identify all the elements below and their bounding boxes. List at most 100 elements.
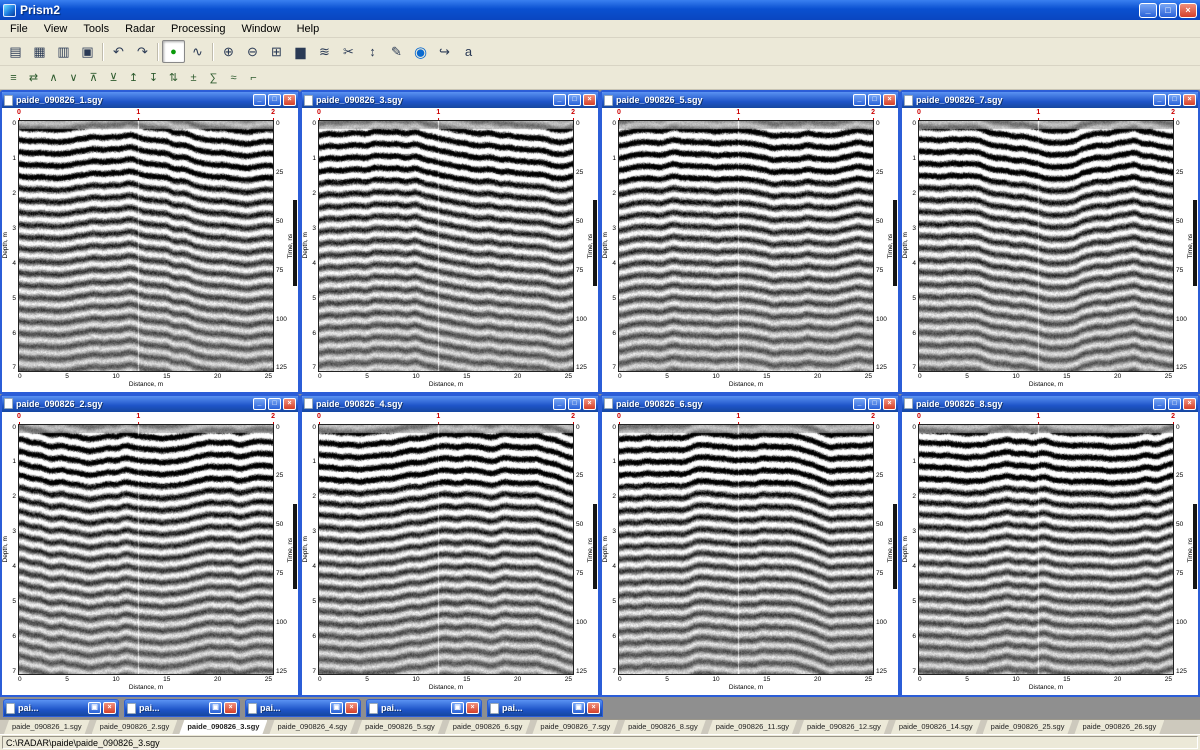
pencil-icon[interactable]: ✎: [385, 40, 408, 63]
close-button[interactable]: ×: [1183, 398, 1196, 410]
minimized-window[interactable]: pai...▣×: [3, 699, 119, 717]
wavelet-icon[interactable]: ∿: [186, 40, 209, 63]
menu-item-help[interactable]: Help: [289, 22, 328, 36]
point-tool-icon[interactable]: ●: [162, 40, 185, 63]
minimize-button[interactable]: _: [1153, 94, 1166, 106]
maximize-button[interactable]: □: [268, 94, 281, 106]
radargram-canvas[interactable]: [18, 424, 274, 676]
file-tab[interactable]: paide_090826_1.sgy: [4, 720, 90, 734]
wiggle-trace-icon[interactable]: ≋: [313, 40, 336, 63]
export-icon[interactable]: ↪: [433, 40, 456, 63]
mdi-titlebar[interactable]: paide_090826_3.sgy_□×: [302, 92, 598, 108]
menu-item-tools[interactable]: Tools: [75, 22, 117, 36]
minimized-window[interactable]: pai...▣×: [245, 699, 361, 717]
maximize-button[interactable]: □: [868, 94, 881, 106]
close-button[interactable]: ×: [224, 702, 237, 714]
radargram-canvas[interactable]: [318, 120, 574, 372]
menu-item-window[interactable]: Window: [233, 22, 288, 36]
restore-button[interactable]: ▣: [451, 702, 464, 714]
close-button[interactable]: ×: [583, 398, 596, 410]
peak-down-icon[interactable]: ∨: [64, 68, 83, 87]
file-tab[interactable]: paide_090826_7.sgy: [532, 720, 618, 734]
radargram-canvas[interactable]: [618, 424, 874, 676]
file-tab[interactable]: paide_090826_14.sgy: [891, 720, 981, 734]
smooth-icon[interactable]: ≈: [224, 68, 243, 87]
minimize-button[interactable]: _: [1139, 3, 1157, 18]
minimize-button[interactable]: _: [853, 398, 866, 410]
zoom-in-icon[interactable]: ⊕: [217, 40, 240, 63]
print-icon[interactable]: ▥: [52, 40, 75, 63]
mdi-titlebar[interactable]: paide_090826_5.sgy_□×: [602, 92, 898, 108]
file-tab[interactable]: paide_090826_2.sgy: [92, 720, 178, 734]
close-button[interactable]: ×: [283, 398, 296, 410]
menu-item-view[interactable]: View: [36, 22, 76, 36]
titlebar[interactable]: Prism2 _ □ ×: [0, 0, 1200, 20]
clip-top-icon[interactable]: ⊼: [84, 68, 103, 87]
dewow-icon[interactable]: ≡: [4, 68, 23, 87]
undo-icon[interactable]: ↶: [107, 40, 130, 63]
cut-icon[interactable]: ✂: [337, 40, 360, 63]
close-button[interactable]: ×: [583, 94, 596, 106]
mdi-titlebar[interactable]: paide_090826_6.sgy_□×: [602, 396, 898, 412]
trace-flip-icon[interactable]: ⇄: [24, 68, 43, 87]
close-button[interactable]: ×: [587, 702, 600, 714]
file-tab[interactable]: paide_090826_5.sgy: [357, 720, 443, 734]
minimize-button[interactable]: _: [853, 94, 866, 106]
maximize-button[interactable]: □: [568, 398, 581, 410]
close-button[interactable]: ×: [883, 94, 896, 106]
restore-button[interactable]: ▣: [572, 702, 585, 714]
radargram-canvas[interactable]: [318, 424, 574, 676]
file-tab[interactable]: paide_090826_25.sgy: [983, 720, 1073, 734]
minimize-button[interactable]: _: [553, 94, 566, 106]
peak-up-icon[interactable]: ∧: [44, 68, 63, 87]
file-tab[interactable]: paide_090826_12.sgy: [799, 720, 889, 734]
globe-icon[interactable]: ◉: [409, 40, 432, 63]
file-tab[interactable]: paide_090826_6.sgy: [445, 720, 531, 734]
open-icon[interactable]: ▤: [4, 40, 27, 63]
maximize-button[interactable]: □: [868, 398, 881, 410]
file-tab[interactable]: paide_090826_11.sgy: [708, 720, 797, 734]
save-icon[interactable]: ▦: [28, 40, 51, 63]
maximize-button[interactable]: □: [1159, 3, 1177, 18]
minimize-button[interactable]: _: [1153, 398, 1166, 410]
restore-button[interactable]: ▣: [330, 702, 343, 714]
minimized-window[interactable]: pai...▣×: [124, 699, 240, 717]
tile-windows-icon[interactable]: ⊞: [265, 40, 288, 63]
minimize-button[interactable]: _: [253, 94, 266, 106]
background-removal-icon[interactable]: ⌐: [244, 68, 263, 87]
vertical-stretch-icon[interactable]: ↕: [361, 40, 384, 63]
close-button[interactable]: ×: [345, 702, 358, 714]
menu-item-radar[interactable]: Radar: [117, 22, 163, 36]
radargram-canvas[interactable]: [618, 120, 874, 372]
radargram-canvas[interactable]: [918, 120, 1174, 372]
histogram-icon[interactable]: ▆: [289, 40, 312, 63]
minimized-window[interactable]: pai...▣×: [487, 699, 603, 717]
mdi-titlebar[interactable]: paide_090826_8.sgy_□×: [902, 396, 1198, 412]
menu-item-file[interactable]: File: [2, 22, 36, 36]
redo-icon[interactable]: ↷: [131, 40, 154, 63]
menu-item-processing[interactable]: Processing: [163, 22, 233, 36]
minimized-window[interactable]: pai...▣×: [366, 699, 482, 717]
swap-traces-icon[interactable]: ⇅: [164, 68, 183, 87]
maximize-button[interactable]: □: [1168, 398, 1181, 410]
stack-icon[interactable]: ∑: [204, 68, 223, 87]
close-button[interactable]: ×: [1183, 94, 1196, 106]
minimize-button[interactable]: _: [253, 398, 266, 410]
restore-button[interactable]: ▣: [88, 702, 101, 714]
maximize-button[interactable]: □: [1168, 94, 1181, 106]
save-all-icon[interactable]: ▣: [76, 40, 99, 63]
font-icon[interactable]: a: [457, 40, 480, 63]
minimize-button[interactable]: _: [553, 398, 566, 410]
close-button[interactable]: ×: [883, 398, 896, 410]
close-button[interactable]: ×: [466, 702, 479, 714]
mdi-titlebar[interactable]: paide_090826_2.sgy_□×: [2, 396, 298, 412]
file-tab[interactable]: paide_090826_3.sgy: [179, 720, 267, 734]
restore-button[interactable]: ▣: [209, 702, 222, 714]
shift-up-icon[interactable]: ↥: [124, 68, 143, 87]
radargram-canvas[interactable]: [918, 424, 1174, 676]
radargram-canvas[interactable]: [18, 120, 274, 372]
zoom-out-icon[interactable]: ⊖: [241, 40, 264, 63]
close-button[interactable]: ×: [283, 94, 296, 106]
mdi-titlebar[interactable]: paide_090826_7.sgy_□×: [902, 92, 1198, 108]
file-tab[interactable]: paide_090826_8.sgy: [620, 720, 706, 734]
